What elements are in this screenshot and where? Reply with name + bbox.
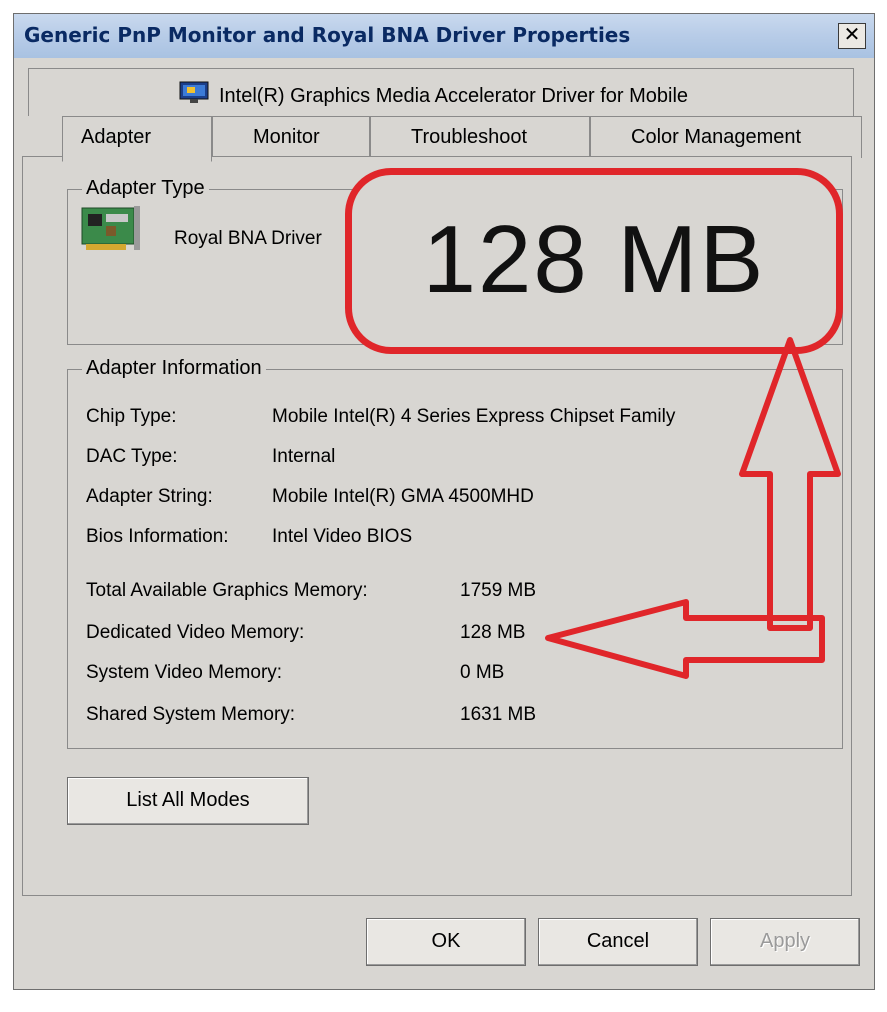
annotation-arrows <box>545 337 841 679</box>
left-arrow <box>545 599 825 679</box>
up-arrow <box>739 337 841 631</box>
